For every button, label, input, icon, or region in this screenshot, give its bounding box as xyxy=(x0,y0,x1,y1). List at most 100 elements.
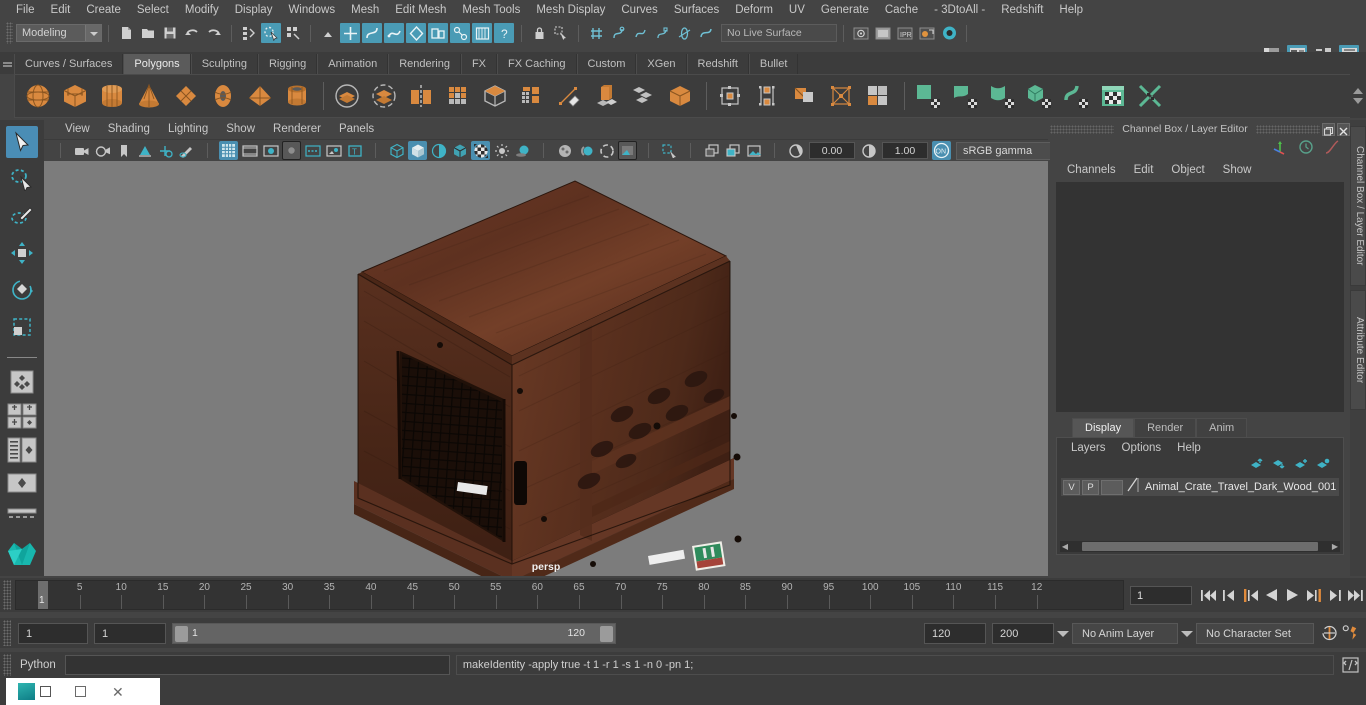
menu-item-3dtoall[interactable]: - 3DtoAll - xyxy=(926,0,993,20)
snap-to-point-icon[interactable] xyxy=(630,23,650,43)
shelf-tab-sculpting[interactable]: Sculpting xyxy=(190,54,258,74)
multisample-icon[interactable] xyxy=(597,141,616,160)
quad-draw-icon[interactable] xyxy=(750,78,784,114)
channel-box-menu-edit[interactable]: Edit xyxy=(1125,164,1163,176)
poly-sphere-icon[interactable] xyxy=(21,78,55,114)
menu-item-edit[interactable]: Edit xyxy=(43,0,79,20)
snap-to-projected-icon[interactable] xyxy=(652,23,672,43)
live-surface-field[interactable]: No Live Surface xyxy=(721,24,837,42)
make-live-icon[interactable] xyxy=(696,23,716,43)
shelf-tab-xgen[interactable]: XGen xyxy=(636,54,687,74)
command-line-grip[interactable] xyxy=(3,654,11,676)
quick-layout-outliner-persp[interactable] xyxy=(5,435,39,465)
smooth-shade-icon[interactable] xyxy=(408,141,427,160)
layer-visibility-toggle[interactable]: V xyxy=(1063,479,1080,495)
axis-gizmo-icon[interactable] xyxy=(1272,139,1288,160)
status-line-grip[interactable] xyxy=(6,22,13,44)
image-plane-icon[interactable] xyxy=(135,141,154,160)
render-settings-icon[interactable]: IPR xyxy=(895,23,915,43)
layer-tab-anim[interactable]: Anim xyxy=(1196,418,1248,437)
save-scene-icon[interactable] xyxy=(160,23,180,43)
quick-layout-hypershade[interactable] xyxy=(5,503,39,533)
two-d-pan-zoom-icon[interactable] xyxy=(156,141,175,160)
play-forwards-icon[interactable] xyxy=(1283,586,1302,605)
camera-attributes-icon[interactable] xyxy=(93,141,112,160)
deform-mask-icon[interactable] xyxy=(406,23,426,43)
bookmarks-icon[interactable] xyxy=(114,141,133,160)
viewport-menu-shading[interactable]: Shading xyxy=(99,120,159,139)
shelf-scroll-arrows[interactable] xyxy=(1350,74,1366,118)
shelf-tab-custom[interactable]: Custom xyxy=(576,54,637,74)
shelf-tab-fx[interactable]: FX xyxy=(460,54,498,74)
channel-box-menu-object[interactable]: Object xyxy=(1162,164,1213,176)
exposure-field[interactable]: 0.00 xyxy=(809,142,855,159)
open-scene-icon[interactable] xyxy=(138,23,158,43)
range-start-field[interactable]: 1 xyxy=(94,622,166,644)
close-window-icon[interactable]: ✕ xyxy=(112,685,124,699)
new-layer-from-selected-icon[interactable] xyxy=(1316,457,1331,475)
uv-cylindrical-icon[interactable] xyxy=(985,78,1019,114)
select-by-hierarchy-icon[interactable] xyxy=(239,23,259,43)
menu-item-file[interactable]: File xyxy=(8,0,43,20)
layer-menu-help[interactable]: Help xyxy=(1169,442,1209,454)
redo-icon[interactable] xyxy=(204,23,224,43)
scroll-thumb[interactable] xyxy=(1082,542,1318,551)
quick-layout-four[interactable] xyxy=(5,401,39,431)
shelf-tab-rigging[interactable]: Rigging xyxy=(257,54,318,74)
maximize-window-icon[interactable] xyxy=(75,686,86,697)
view-transform-icon[interactable] xyxy=(744,141,763,160)
xray-active-icon[interactable] xyxy=(723,141,742,160)
layer-menu-layers[interactable]: Layers xyxy=(1063,442,1114,454)
menu-item-uv[interactable]: UV xyxy=(781,0,813,20)
character-set-dropdown-arrow[interactable] xyxy=(1178,623,1196,644)
use-default-lighting-icon[interactable] xyxy=(492,141,511,160)
range-end-field[interactable]: 120 xyxy=(924,622,986,644)
textured-icon[interactable] xyxy=(450,141,469,160)
render-view-icon[interactable] xyxy=(939,23,959,43)
xray-joints-icon[interactable] xyxy=(702,141,721,160)
handle-mask-icon[interactable] xyxy=(340,23,360,43)
menu-item-windows[interactable]: Windows xyxy=(280,0,343,20)
uv-editor-icon[interactable] xyxy=(911,78,945,114)
shelf-grip[interactable] xyxy=(0,52,14,74)
select-by-object-icon[interactable] xyxy=(261,23,281,43)
wireframe-icon[interactable] xyxy=(387,141,406,160)
restore-icon[interactable] xyxy=(1322,122,1335,136)
panel-grip-left[interactable] xyxy=(1050,124,1115,134)
animation-preferences-icon[interactable] xyxy=(1341,624,1360,643)
highlight-selection-icon[interactable] xyxy=(551,23,571,43)
menu-item-create[interactable]: Create xyxy=(78,0,129,20)
sidebar-item-attribute-editor[interactable]: Attribute Editor xyxy=(1350,290,1366,410)
taskbar-window-button[interactable]: ✕ xyxy=(6,678,160,705)
go-to-start-icon[interactable] xyxy=(1199,586,1218,605)
viewport-menu-view[interactable]: View xyxy=(56,120,99,139)
shaded-wireframe-icon[interactable] xyxy=(429,141,448,160)
poly-cube-icon[interactable] xyxy=(58,78,92,114)
poly-cone-icon[interactable] xyxy=(132,78,166,114)
step-forward-frame-icon[interactable] xyxy=(1304,586,1323,605)
misc-mask-icon[interactable] xyxy=(472,23,492,43)
3d-viewport[interactable]: x y z persp xyxy=(44,161,1048,576)
time-slider-grip[interactable] xyxy=(3,580,11,610)
texture-placement-icon[interactable]: T xyxy=(345,141,364,160)
surface-mask-icon[interactable] xyxy=(384,23,404,43)
film-gate-icon[interactable] xyxy=(240,141,259,160)
target-weld-icon[interactable] xyxy=(713,78,747,114)
playhead[interactable]: 1 xyxy=(38,581,48,609)
layer-name[interactable]: Animal_Crate_Travel_Dark_Wood_001 xyxy=(1145,481,1336,493)
menu-item-surfaces[interactable]: Surfaces xyxy=(666,0,727,20)
lasso-select-tool[interactable] xyxy=(6,163,38,195)
menu-item-curves[interactable]: Curves xyxy=(613,0,665,20)
step-back-frame-icon[interactable] xyxy=(1241,586,1260,605)
viewport-menu-lighting[interactable]: Lighting xyxy=(159,120,217,139)
menu-item-mesh-display[interactable]: Mesh Display xyxy=(528,0,613,20)
snap-to-grid-icon[interactable] xyxy=(586,23,606,43)
scale-tool[interactable] xyxy=(6,311,38,343)
bevel-icon[interactable] xyxy=(626,78,660,114)
restore-window-icon[interactable] xyxy=(40,686,51,697)
new-scene-icon[interactable] xyxy=(116,23,136,43)
checker-shading-icon[interactable] xyxy=(471,141,490,160)
range-end-handle[interactable] xyxy=(600,625,613,642)
menu-item-generate[interactable]: Generate xyxy=(813,0,877,20)
undo-icon[interactable] xyxy=(182,23,202,43)
